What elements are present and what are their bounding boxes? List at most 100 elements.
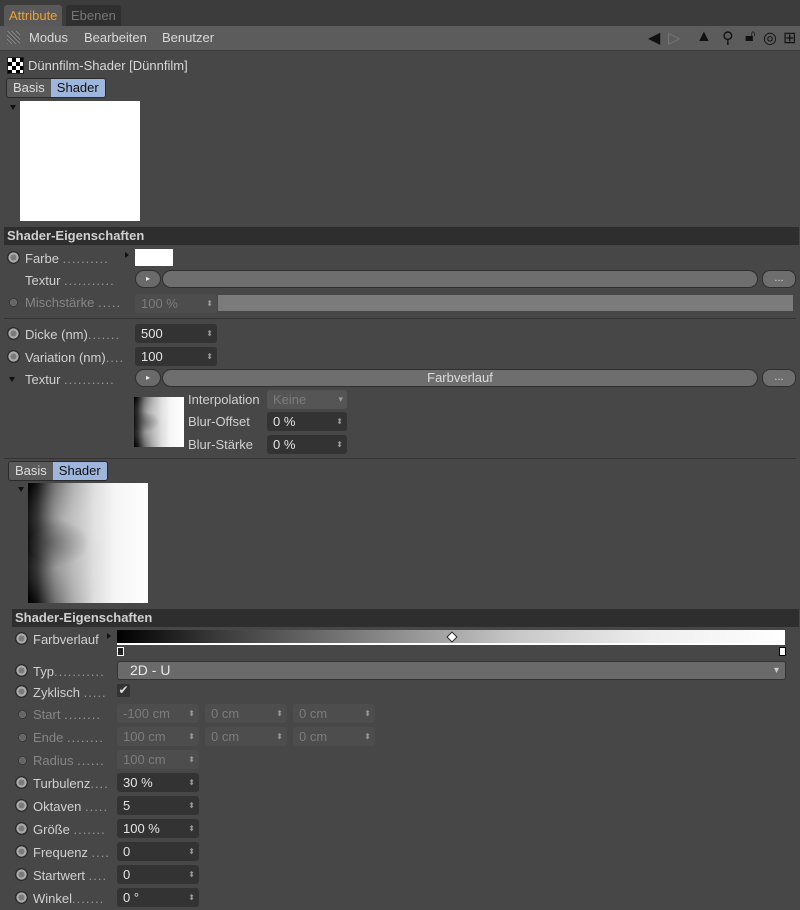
frequenz-value: 0 xyxy=(123,844,131,859)
spinner-icon[interactable]: ⬍ xyxy=(188,727,195,746)
variation-animate-radio[interactable] xyxy=(7,350,20,363)
mischstaerke-animate-radio[interactable] xyxy=(9,298,18,307)
spinner-icon[interactable]: ⬍ xyxy=(188,865,195,884)
frequenz-animate-radio[interactable] xyxy=(15,845,28,858)
textur-label-text: Textur xyxy=(25,273,61,288)
new-panel-icon[interactable]: ⊞ xyxy=(783,28,796,48)
textur2-more-button[interactable]: ... xyxy=(762,369,796,387)
spinner-icon[interactable]: ⬍ xyxy=(188,819,195,838)
groesse-animate-radio[interactable] xyxy=(15,822,28,835)
arrow-up-icon[interactable]: ▲ xyxy=(696,28,712,46)
textur2-field[interactable]: Farbverlauf xyxy=(162,369,758,387)
ende-z-input[interactable]: 0 cm ⬍ xyxy=(293,727,375,746)
dicke-label: Dicke (nm)....... xyxy=(25,327,121,342)
tab-attribute[interactable]: Attribute xyxy=(4,5,63,26)
menu-benutzer[interactable]: Benutzer xyxy=(162,30,214,45)
blur-staerke-input[interactable]: 0 % ⬍ xyxy=(267,435,347,454)
frequenz-input[interactable]: 0 ⬍ xyxy=(117,842,199,861)
tab-ebenen[interactable]: Ebenen xyxy=(66,5,121,26)
gradient-knot-end[interactable] xyxy=(779,647,786,656)
grip-icon[interactable] xyxy=(7,31,20,44)
spinner-icon[interactable]: ⬍ xyxy=(188,750,195,769)
textur-field[interactable] xyxy=(162,270,758,288)
winkel-value: 0 ° xyxy=(123,890,140,905)
farbverlauf-animate-radio[interactable] xyxy=(15,632,28,645)
spinner-icon[interactable]: ⬍ xyxy=(364,704,371,723)
textur-collapse-icon[interactable] xyxy=(9,377,15,382)
startwert-input[interactable]: 0 ⬍ xyxy=(117,865,199,884)
radius-input[interactable]: 100 cm ⬍ xyxy=(117,750,199,769)
ende-animate-radio[interactable] xyxy=(18,733,27,742)
radius-animate-radio[interactable] xyxy=(18,756,27,765)
gradient-knot-start[interactable] xyxy=(117,647,124,656)
subtab-shader[interactable]: Shader xyxy=(50,79,105,97)
oktaven-animate-radio[interactable] xyxy=(15,799,28,812)
mischstaerke-label: Mischstärke ..... xyxy=(25,295,122,310)
start-x-input[interactable]: -100 cm ⬍ xyxy=(117,704,199,723)
menu-bar: Modus Bearbeiten Benutzer ◀ ▷ ▲ ⚲ 🔓︎ ◎ ⊞ xyxy=(0,26,800,51)
spinner-icon[interactable]: ⬍ xyxy=(188,796,195,815)
ende-x-input[interactable]: 100 cm ⬍ xyxy=(117,727,199,746)
typ-animate-radio[interactable] xyxy=(15,664,28,677)
subtab-basis-nested[interactable]: Basis xyxy=(9,462,53,480)
spinner-icon[interactable]: ⬍ xyxy=(336,435,343,454)
subtab-shader-nested[interactable]: Shader xyxy=(52,462,107,480)
textur-menu-button[interactable]: ▸ xyxy=(135,270,161,288)
farbe-swatch[interactable] xyxy=(135,249,173,266)
spinner-icon[interactable]: ⬍ xyxy=(276,727,283,746)
farbe-animate-radio[interactable] xyxy=(7,251,20,264)
start-z-input[interactable]: 0 cm ⬍ xyxy=(293,704,375,723)
spinner-icon[interactable]: ⬍ xyxy=(206,324,213,343)
blur-offset-input[interactable]: 0 % ⬍ xyxy=(267,412,347,431)
variation-input[interactable]: 100 ⬍ xyxy=(135,347,217,366)
arrow-left-icon[interactable]: ◀ xyxy=(648,28,660,48)
spinner-icon[interactable]: ⬍ xyxy=(188,888,195,907)
textur2-label: Textur ........... xyxy=(25,372,115,387)
zyklisch-animate-radio[interactable] xyxy=(15,685,28,698)
target-icon[interactable]: ◎ xyxy=(763,28,777,48)
variation-label-text: Variation (nm) xyxy=(25,350,106,365)
spinner-icon[interactable]: ⬍ xyxy=(188,773,195,792)
subtab-basis[interactable]: Basis xyxy=(7,79,51,97)
oktaven-input[interactable]: 5 ⬍ xyxy=(117,796,199,815)
ende-z-value: 0 cm xyxy=(299,729,328,744)
turbulenz-input[interactable]: 30 % ⬍ xyxy=(117,773,199,792)
dicke-input[interactable]: 500 ⬍ xyxy=(135,324,217,343)
winkel-input[interactable]: 0 ° ⬍ xyxy=(117,888,199,907)
start-animate-radio[interactable] xyxy=(18,710,27,719)
mischstaerke-value: 100 % xyxy=(141,296,178,311)
zyklisch-checkbox[interactable]: ✔ xyxy=(117,684,130,697)
lock-icon[interactable]: 🔓︎ xyxy=(745,28,755,46)
spinner-icon[interactable]: ⬍ xyxy=(276,704,283,723)
mischstaerke-slider[interactable] xyxy=(218,295,793,311)
typ-dropdown[interactable]: 2D - U ▾ xyxy=(117,661,786,680)
spinner-icon[interactable]: ⬍ xyxy=(336,412,343,431)
spinner-icon[interactable]: ⬍ xyxy=(206,294,213,313)
dicke-animate-radio[interactable] xyxy=(7,327,20,340)
menu-modus[interactable]: Modus xyxy=(29,30,68,45)
mischstaerke-input[interactable]: 100 % ⬍ xyxy=(135,294,217,313)
spinner-icon[interactable]: ⬍ xyxy=(188,842,195,861)
collapse-triangle-icon[interactable] xyxy=(10,105,16,110)
spinner-icon[interactable]: ⬍ xyxy=(364,727,371,746)
turbulenz-animate-radio[interactable] xyxy=(15,776,28,789)
textur-more-button[interactable]: ... xyxy=(762,270,796,288)
start-y-input[interactable]: 0 cm ⬍ xyxy=(205,704,287,723)
menu-bearbeiten[interactable]: Bearbeiten xyxy=(84,30,147,45)
textur2-menu-button[interactable]: ▸ xyxy=(135,369,161,387)
spinner-icon[interactable]: ⬍ xyxy=(188,704,195,723)
arrow-right-icon[interactable]: ▷ xyxy=(668,28,680,48)
groesse-input[interactable]: 100 % ⬍ xyxy=(117,819,199,838)
ende-label-text: Ende xyxy=(33,730,64,745)
spinner-icon[interactable]: ⬍ xyxy=(206,347,213,366)
collapse-triangle-icon[interactable] xyxy=(18,487,24,492)
startwert-animate-radio[interactable] xyxy=(15,868,28,881)
ende-y-input[interactable]: 0 cm ⬍ xyxy=(205,727,287,746)
search-icon[interactable]: ⚲ xyxy=(722,28,734,48)
expand-arrow-icon[interactable] xyxy=(125,252,129,258)
startwert-label: Startwert .... xyxy=(33,868,108,883)
winkel-animate-radio[interactable] xyxy=(15,891,28,904)
interpolation-dropdown[interactable]: Keine ▾ xyxy=(267,390,347,409)
mischstaerke-label-text: Mischstärke xyxy=(25,295,95,310)
expand-arrow-icon[interactable] xyxy=(107,633,111,639)
